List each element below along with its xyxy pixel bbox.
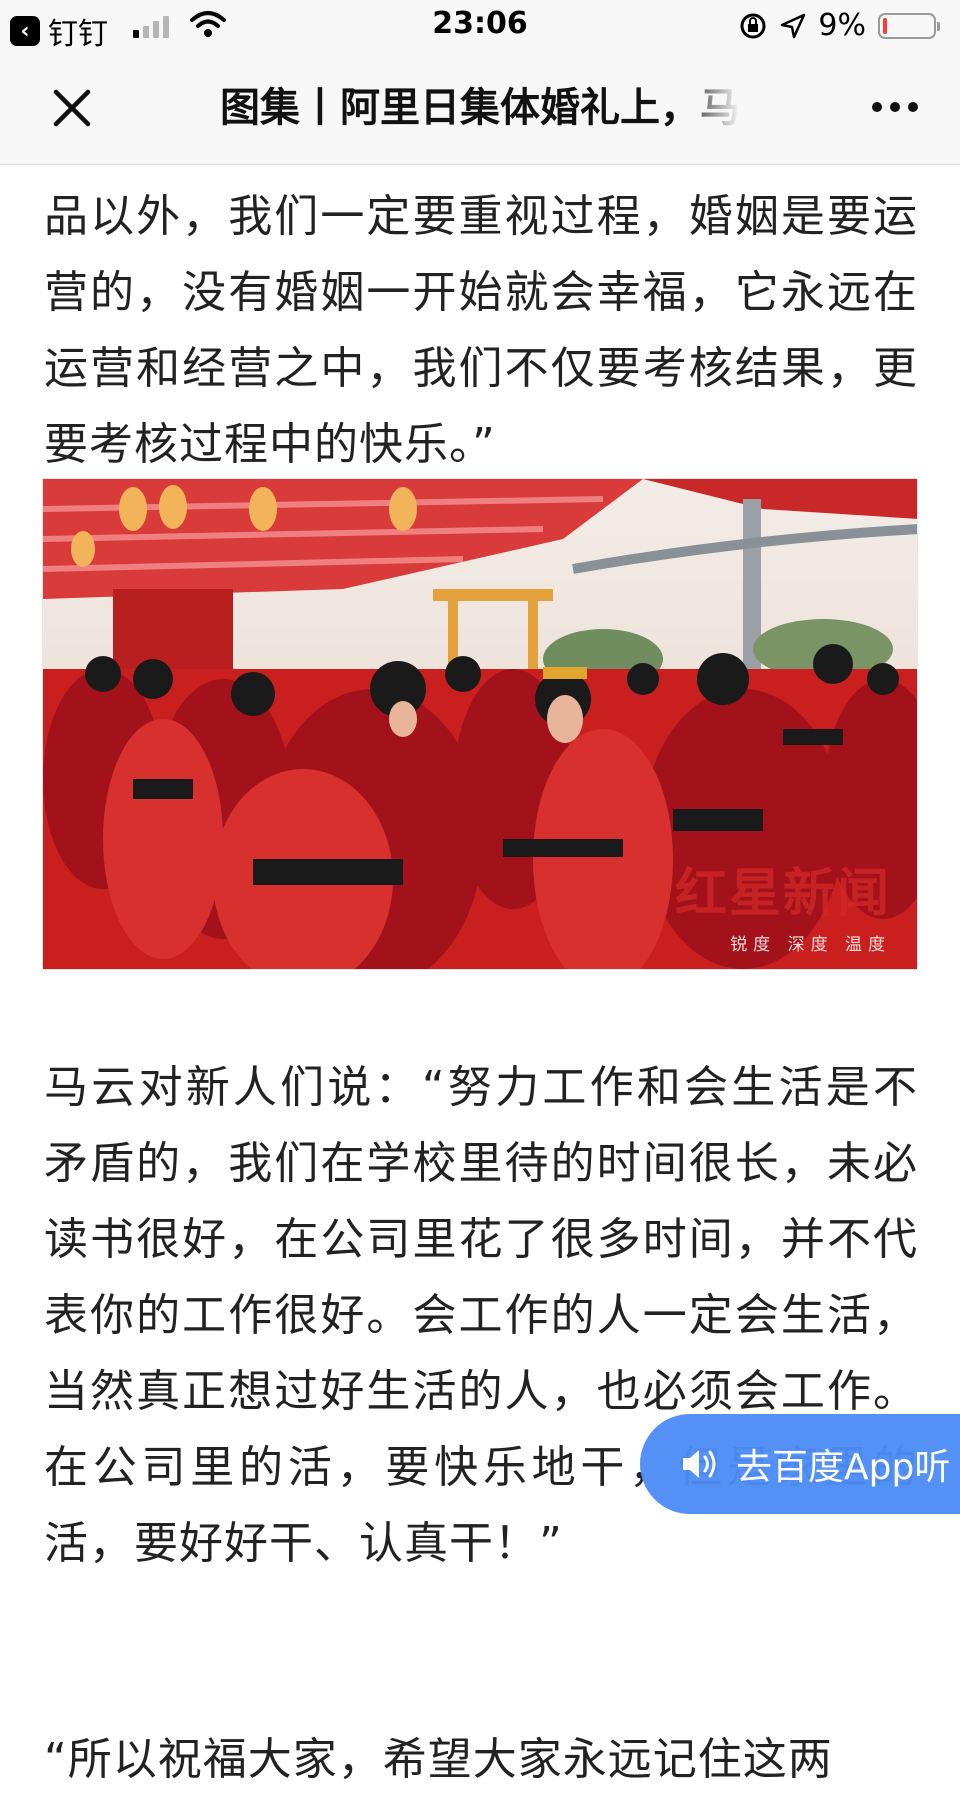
more-dots-icon[interactable]	[872, 102, 918, 112]
watermark-subtitle: 锐度 深度 温度	[730, 935, 891, 955]
listen-button-label: 去百度App听	[736, 1447, 951, 1488]
watermark-title: 红星新闻	[674, 863, 891, 924]
close-icon[interactable]	[48, 84, 96, 132]
status-bar: ‹ 钉钉 23:06 9%	[0, 0, 960, 52]
battery-fill	[883, 17, 887, 34]
location-icon	[781, 13, 806, 38]
article-paragraph-top: 品以外，我们一定要重视过程，婚姻是要运营的，没有婚姻一开始就会幸福，它永远在运营…	[44, 191, 918, 470]
battery-icon	[878, 12, 940, 39]
battery-percent: 9%	[818, 8, 866, 43]
orientation-lock-icon	[740, 13, 766, 38]
status-right-group: 9%	[738, 8, 940, 43]
page-title: 图集丨阿里日集体婚礼上，马	[220, 85, 740, 131]
article-paragraph-bottom: “所以祝福大家，希望大家永远记住这两	[44, 1734, 833, 1785]
navigation-bar: 图集丨阿里日集体婚礼上，马	[0, 52, 960, 165]
wedding-photo[interactable]: 红星新闻 锐度 深度 温度	[42, 478, 918, 970]
speaker-icon	[683, 1450, 716, 1478]
listen-in-app-button[interactable]: 去百度App听	[640, 1414, 960, 1514]
photo-watermark: 红星新闻 锐度 深度 温度	[675, 851, 891, 955]
